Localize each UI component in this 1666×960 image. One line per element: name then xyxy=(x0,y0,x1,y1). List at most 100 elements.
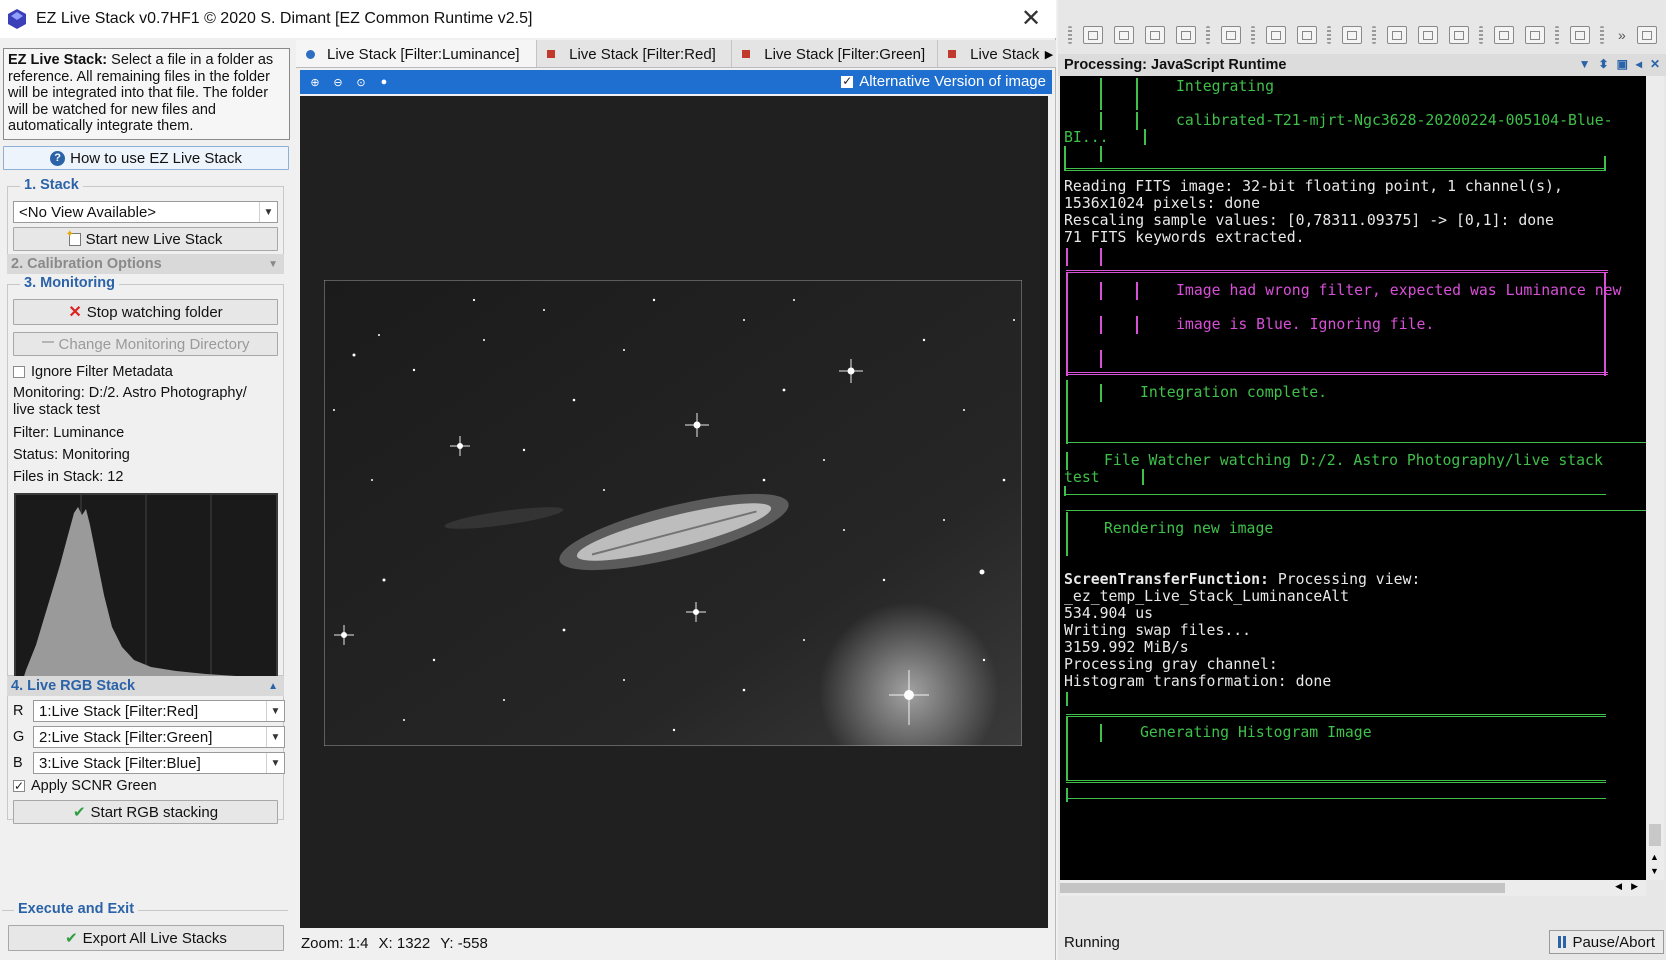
console-line: 71 FITS keywords extracted. xyxy=(1064,229,1305,246)
alt-version-checkbox[interactable] xyxy=(841,74,854,88)
tab-luminance[interactable]: Live Stack [Filter:Luminance] xyxy=(296,40,538,67)
viewer-status-bar: Zoom: 1:4 X: 1322 Y: -558 xyxy=(296,931,1056,955)
alt-version-toggle[interactable]: Alternative Version of image xyxy=(841,73,1046,90)
view-select[interactable]: <No View Available> ▼ xyxy=(13,201,278,223)
calibration-options-header[interactable]: 2. Calibration Options ▼ xyxy=(7,254,284,274)
tab-blue[interactable]: Live Stack xyxy=(938,40,1056,67)
process-status: Running xyxy=(1064,933,1120,951)
chevron-down-icon: ▼ xyxy=(266,701,284,721)
g-select[interactable]: 2:Live Stack [Filter:Green] ▼ xyxy=(33,726,285,748)
toolbar-icon[interactable] xyxy=(1525,26,1545,44)
zoom-1-icon[interactable]: ● xyxy=(376,74,392,90)
scroll-down-icon[interactable]: ▼ xyxy=(1650,866,1659,876)
x-readout: X: 1322 xyxy=(378,934,431,952)
change-monitoring-directory-button[interactable]: Change Monitoring Directory xyxy=(13,332,278,356)
console-horizontal-scrollbar[interactable]: ◀ ▶ xyxy=(1060,880,1646,896)
description-bold: EZ Live Stack: xyxy=(8,52,108,68)
tab-red[interactable]: Live Stack [Filter:Red] xyxy=(537,40,733,67)
toolbar-icon[interactable] xyxy=(1494,26,1514,44)
console-output[interactable]: Integrating calibrated-T21-mjrt-Ngc3628-… xyxy=(1060,76,1646,880)
panel-maximize-icon[interactable]: ▣ xyxy=(1617,57,1628,71)
console-line: Processing gray channel: xyxy=(1064,656,1278,673)
toolbar-icon[interactable] xyxy=(1418,26,1438,44)
monitoring-path: Monitoring: D:/2. Astro Photography/ liv… xyxy=(13,385,278,419)
monitoring-path-line2: live stack test xyxy=(13,402,101,418)
toolbar-icon[interactable] xyxy=(1297,26,1317,44)
tab-green[interactable]: Live Stack [Filter:Green] xyxy=(732,40,939,67)
console-line: Generating Histogram Image xyxy=(1140,724,1372,741)
y-readout: Y: -558 xyxy=(440,934,488,952)
toolbar-icon[interactable] xyxy=(1342,26,1362,44)
console-line: ScreenTransferFunction: Processing view: xyxy=(1064,571,1420,589)
how-to-button[interactable]: ? How to use EZ Live Stack xyxy=(3,146,289,170)
toolbar-icon[interactable] xyxy=(1221,26,1241,44)
console-line: image is Blue. Ignoring file. xyxy=(1176,316,1435,333)
scrollbar-thumb[interactable] xyxy=(1060,883,1505,893)
console-vertical-scrollbar[interactable]: ▲ ▼ xyxy=(1646,76,1664,880)
pause-abort-button[interactable]: Pause/Abort xyxy=(1549,930,1664,954)
image-tab-icon xyxy=(948,50,957,58)
scrollbar-thumb[interactable] xyxy=(1649,824,1661,846)
toolbar-icon[interactable] xyxy=(1114,26,1134,44)
check-icon: ✔ xyxy=(65,930,78,947)
toolbar-icon[interactable] xyxy=(1266,26,1286,44)
live-rgb-section: R 1:Live Stack [Filter:Red] ▼ G 2:Live S… xyxy=(7,696,285,824)
tab-scroll-right-icon[interactable]: ▶ xyxy=(1042,40,1056,67)
live-rgb-stack-header[interactable]: 4. Live RGB Stack ▲ xyxy=(7,676,284,696)
close-icon[interactable]: ✕ xyxy=(1018,6,1044,32)
b-label: B xyxy=(13,755,23,771)
panel-dock-icon[interactable]: ⬍ xyxy=(1599,57,1609,71)
b-select[interactable]: 3:Live Stack [Filter:Blue] ▼ xyxy=(33,752,285,774)
panel-collapse-icon[interactable]: ◂ xyxy=(1636,57,1642,71)
zoom-in-icon[interactable]: ⊕ xyxy=(307,74,323,90)
toolbar-icon[interactable] xyxy=(1145,26,1165,44)
console-line: _ez_temp_Live_Stack_LuminanceAlt xyxy=(1064,588,1350,605)
ignore-filter-row[interactable]: Ignore Filter Metadata xyxy=(13,364,173,381)
zoom-out-icon[interactable]: ⊖ xyxy=(330,74,346,90)
toolbar-icon[interactable] xyxy=(1387,26,1407,44)
alt-version-label: Alternative Version of image xyxy=(859,73,1046,90)
toolbar-icon[interactable] xyxy=(1449,26,1469,44)
ignore-filter-checkbox[interactable] xyxy=(13,366,25,379)
scnr-checkbox[interactable] xyxy=(13,778,25,795)
how-to-label: How to use EZ Live Stack xyxy=(70,149,242,167)
b-select-value: 3:Live Stack [Filter:Blue] xyxy=(39,754,201,772)
files-in-stack-text: Files in Stack: 12 xyxy=(13,469,124,485)
galaxy-image[interactable] xyxy=(324,280,1022,746)
g-label: G xyxy=(13,729,25,745)
stop-watching-button[interactable]: ✕ Stop watching folder xyxy=(13,299,278,325)
expand-icon: ▼ xyxy=(268,258,278,270)
tab-label: Live Stack xyxy=(970,45,1040,63)
toolbar-icon[interactable] xyxy=(1636,26,1657,44)
image-canvas[interactable] xyxy=(300,96,1048,928)
toolbar-overflow-icon[interactable]: » xyxy=(1618,27,1626,43)
check-icon: ✔ xyxy=(72,804,86,821)
r-row: R 1:Live Stack [Filter:Red] ▼ xyxy=(13,700,288,722)
panel-close-icon[interactable]: ✕ xyxy=(1650,57,1660,71)
chevron-down-icon: ▼ xyxy=(266,727,284,747)
scroll-up-icon[interactable]: ▲ xyxy=(1650,852,1659,862)
toolbar-icon[interactable] xyxy=(1083,26,1103,44)
panel-menu-icon[interactable]: ▼ xyxy=(1579,57,1591,71)
console-line: calibrated-T21-mjrt-Ngc3628-20200224-005… xyxy=(1176,112,1613,129)
console-line: Integrating xyxy=(1176,78,1274,95)
monitoring-path-line1: Monitoring: D:/2. Astro Photography/ xyxy=(13,385,247,401)
console-line: BI... xyxy=(1064,129,1109,146)
scroll-left-icon[interactable]: ◀ xyxy=(1615,881,1622,892)
console-line: Reading FITS image: 32-bit floating poin… xyxy=(1064,178,1563,195)
start-rgb-stacking-button[interactable]: ✔ Start RGB stacking xyxy=(13,800,278,824)
start-live-stack-button[interactable]: ✦ Start new Live Stack xyxy=(13,227,278,251)
chevron-down-icon: ▼ xyxy=(266,753,284,773)
zoom-fit-icon[interactable]: ⊙ xyxy=(353,74,369,90)
status-text: Status: Monitoring xyxy=(13,447,130,463)
toolbar-icon[interactable] xyxy=(1176,26,1196,44)
export-all-button[interactable]: ✔ Export All Live Stacks xyxy=(8,925,284,951)
console-line: Integration complete. xyxy=(1140,384,1328,401)
collapse-icon: ▲ xyxy=(268,680,278,692)
toolbar-icon[interactable] xyxy=(1570,26,1590,44)
r-label: R xyxy=(13,703,24,719)
scnr-row[interactable]: Apply SCNR Green xyxy=(13,778,157,795)
r-select[interactable]: 1:Live Stack [Filter:Red] ▼ xyxy=(33,700,285,722)
console-line: 3159.992 MiB/s xyxy=(1064,639,1189,656)
scroll-right-icon[interactable]: ▶ xyxy=(1631,881,1638,892)
